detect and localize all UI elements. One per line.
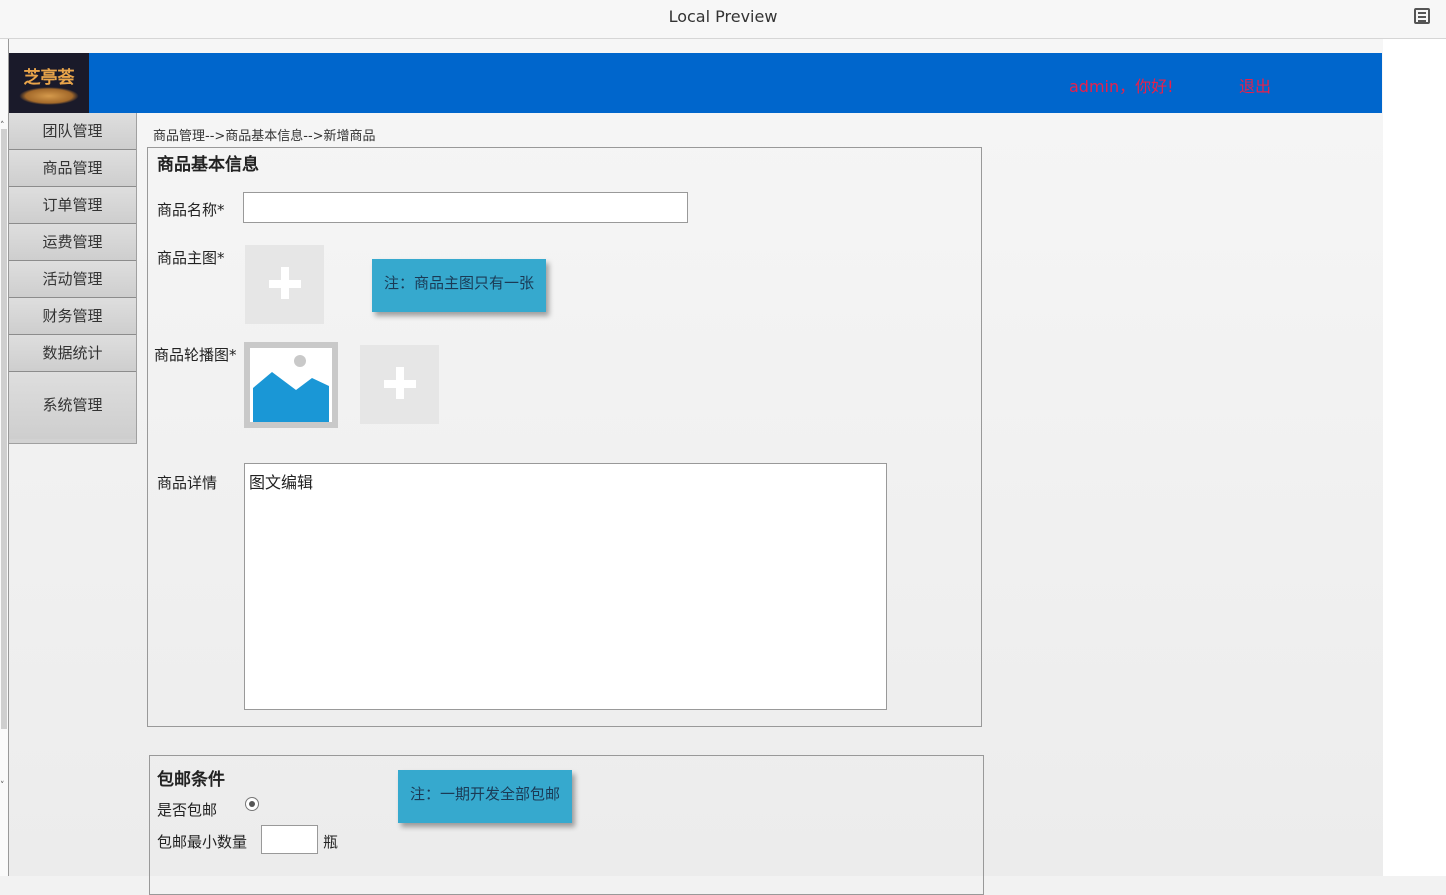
scrollbar[interactable]: ˄ ˅ xyxy=(0,39,8,876)
sidebar-item-system[interactable]: 系统管理 xyxy=(9,372,136,439)
scroll-down-icon[interactable]: ˅ xyxy=(0,781,5,791)
sidebar-nav: 团队管理 商品管理 订单管理 运费管理 活动管理 财务管理 数据统计 系统管理 xyxy=(9,113,137,444)
free-shipping-label: 是否包邮 xyxy=(157,801,218,819)
free-shipping-radio[interactable] xyxy=(245,797,259,811)
scrollbar-thumb[interactable] xyxy=(1,129,7,729)
carousel-image-thumbnail[interactable] xyxy=(244,342,338,428)
image-placeholder-icon xyxy=(253,355,329,422)
window-margin xyxy=(1383,39,1446,876)
logo-text: 芝亭荟 xyxy=(23,68,75,88)
shipping-note: 注：一期开发全部包邮 xyxy=(398,770,573,823)
quantity-unit: 瓶 xyxy=(323,833,339,851)
user-greeting: admin，你好! xyxy=(1069,77,1174,96)
min-quantity-label: 包邮最小数量 xyxy=(157,833,248,851)
product-name-input[interactable] xyxy=(243,192,688,223)
product-name-label: 商品名称* xyxy=(157,201,225,219)
editor-placeholder: 图文编辑 xyxy=(249,473,314,492)
sidebar-item-orders[interactable]: 订单管理 xyxy=(9,187,136,224)
main-image-label: 商品主图* xyxy=(157,249,225,267)
min-quantity-input[interactable] xyxy=(261,825,318,854)
logout-link[interactable]: 退出 xyxy=(1239,73,1271,97)
window-titlebar: Local Preview xyxy=(0,0,1446,39)
brand-logo: 芝亭荟 xyxy=(9,53,89,113)
main-image-note: 注：商品主图只有一张 xyxy=(372,259,547,312)
sidebar-item-team[interactable]: 团队管理 xyxy=(9,113,136,150)
sidebar-item-finance[interactable]: 财务管理 xyxy=(9,298,136,335)
sidebar-item-products[interactable]: 商品管理 xyxy=(9,150,136,187)
carousel-label: 商品轮播图* xyxy=(154,346,237,364)
sidebar-item-activities[interactable]: 活动管理 xyxy=(9,261,136,298)
sidebar-item-statistics[interactable]: 数据统计 xyxy=(9,335,136,372)
shipping-title: 包邮条件 xyxy=(157,770,225,790)
product-detail-editor[interactable]: 图文编辑 xyxy=(244,463,887,710)
product-detail-label: 商品详情 xyxy=(157,474,218,492)
sidebar-item-shipping-fees[interactable]: 运费管理 xyxy=(9,224,136,261)
top-header: 芝亭荟 admin，你好! 退出 xyxy=(9,53,1382,113)
window-title: Local Preview xyxy=(668,7,778,26)
logo-ornament-icon xyxy=(19,87,79,105)
breadcrumb: 商品管理-->商品基本信息-->新增商品 xyxy=(153,129,376,144)
basic-info-title: 商品基本信息 xyxy=(157,155,259,175)
carousel-upload-button[interactable] xyxy=(360,345,439,424)
main-image-upload-button[interactable] xyxy=(245,245,324,324)
list-icon[interactable] xyxy=(1414,8,1430,24)
